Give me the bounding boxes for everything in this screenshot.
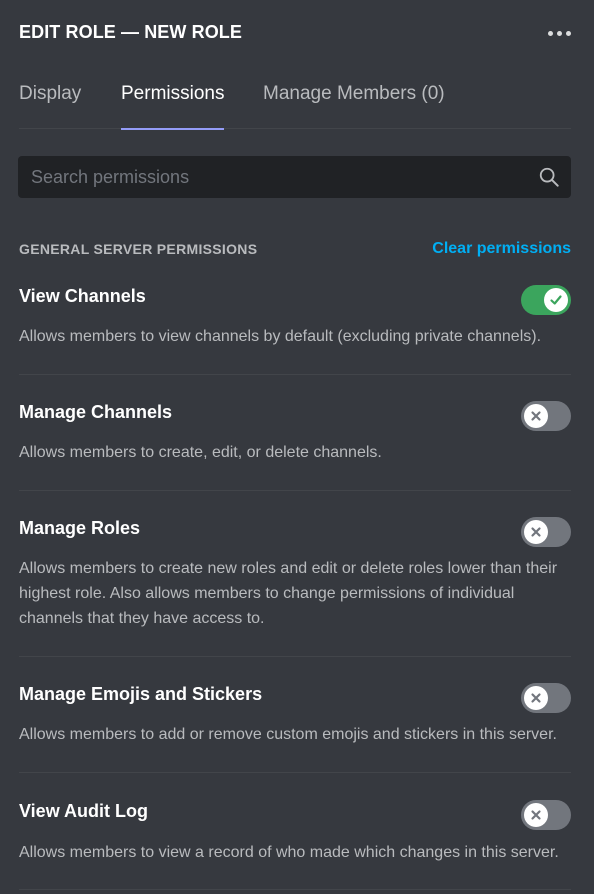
check-icon (550, 295, 562, 305)
permission-description: Allows members to create new roles and e… (19, 560, 558, 627)
tab-manage-members[interactable]: Manage Members (0) (263, 82, 445, 129)
page-title: EDIT ROLE — NEW ROLE (19, 22, 243, 42)
permission-view-channels: View Channels Allows members to view cha… (19, 285, 571, 375)
divider (19, 656, 571, 657)
toggle-knob (544, 288, 568, 312)
toggle-knob (524, 803, 548, 827)
permission-name: Manage Roles (19, 518, 141, 538)
close-icon (531, 411, 541, 421)
search-input[interactable] (18, 156, 571, 198)
tab-display[interactable]: Display (19, 82, 81, 129)
header: EDIT ROLE — NEW ROLE (19, 22, 575, 46)
toggle-knob (524, 686, 548, 710)
permission-manage-channels: Manage Channels Allows members to create… (19, 401, 571, 491)
tab-permissions[interactable]: Permissions (121, 82, 225, 130)
clear-permissions-link[interactable]: Clear permissions (432, 240, 571, 258)
permission-description: Allows members to view channels by defau… (19, 328, 542, 345)
close-icon (531, 527, 541, 537)
tab-bar: Display Permissions Manage Members (0) (19, 82, 571, 130)
section-title: GENERAL SERVER PERMISSIONS (19, 241, 258, 257)
permission-description: Allows members to add or remove custom e… (19, 726, 557, 743)
permission-name: View Channels (19, 286, 146, 306)
permission-name: Manage Channels (19, 402, 173, 422)
permission-description: Allows members to create, edit, or delet… (19, 444, 382, 461)
close-icon (531, 693, 541, 703)
permission-toggle[interactable] (521, 285, 571, 315)
permission-name: View Audit Log (19, 801, 148, 821)
toggle-knob (524, 404, 548, 428)
divider (19, 374, 571, 375)
divider (19, 889, 571, 890)
close-icon (531, 810, 541, 820)
permission-toggle[interactable] (521, 683, 571, 713)
divider (19, 772, 571, 773)
divider (19, 490, 571, 491)
permission-name: Manage Emojis and Stickers (19, 684, 263, 704)
permission-description: Allows members to view a record of who m… (19, 844, 559, 861)
permission-view-audit-log: View Audit Log Allows members to view a … (19, 800, 571, 890)
permission-toggle[interactable] (521, 517, 571, 547)
toggle-knob (524, 520, 548, 544)
more-options-icon[interactable] (548, 31, 571, 36)
section-header: GENERAL SERVER PERMISSIONS Clear permiss… (19, 240, 571, 260)
permission-manage-emojis: Manage Emojis and Stickers Allows member… (19, 683, 571, 773)
search-icon[interactable] (538, 166, 560, 188)
search-box (18, 156, 571, 198)
permission-toggle[interactable] (521, 401, 571, 431)
permission-toggle[interactable] (521, 800, 571, 830)
permission-manage-roles: Manage Roles Allows members to create ne… (19, 517, 571, 657)
